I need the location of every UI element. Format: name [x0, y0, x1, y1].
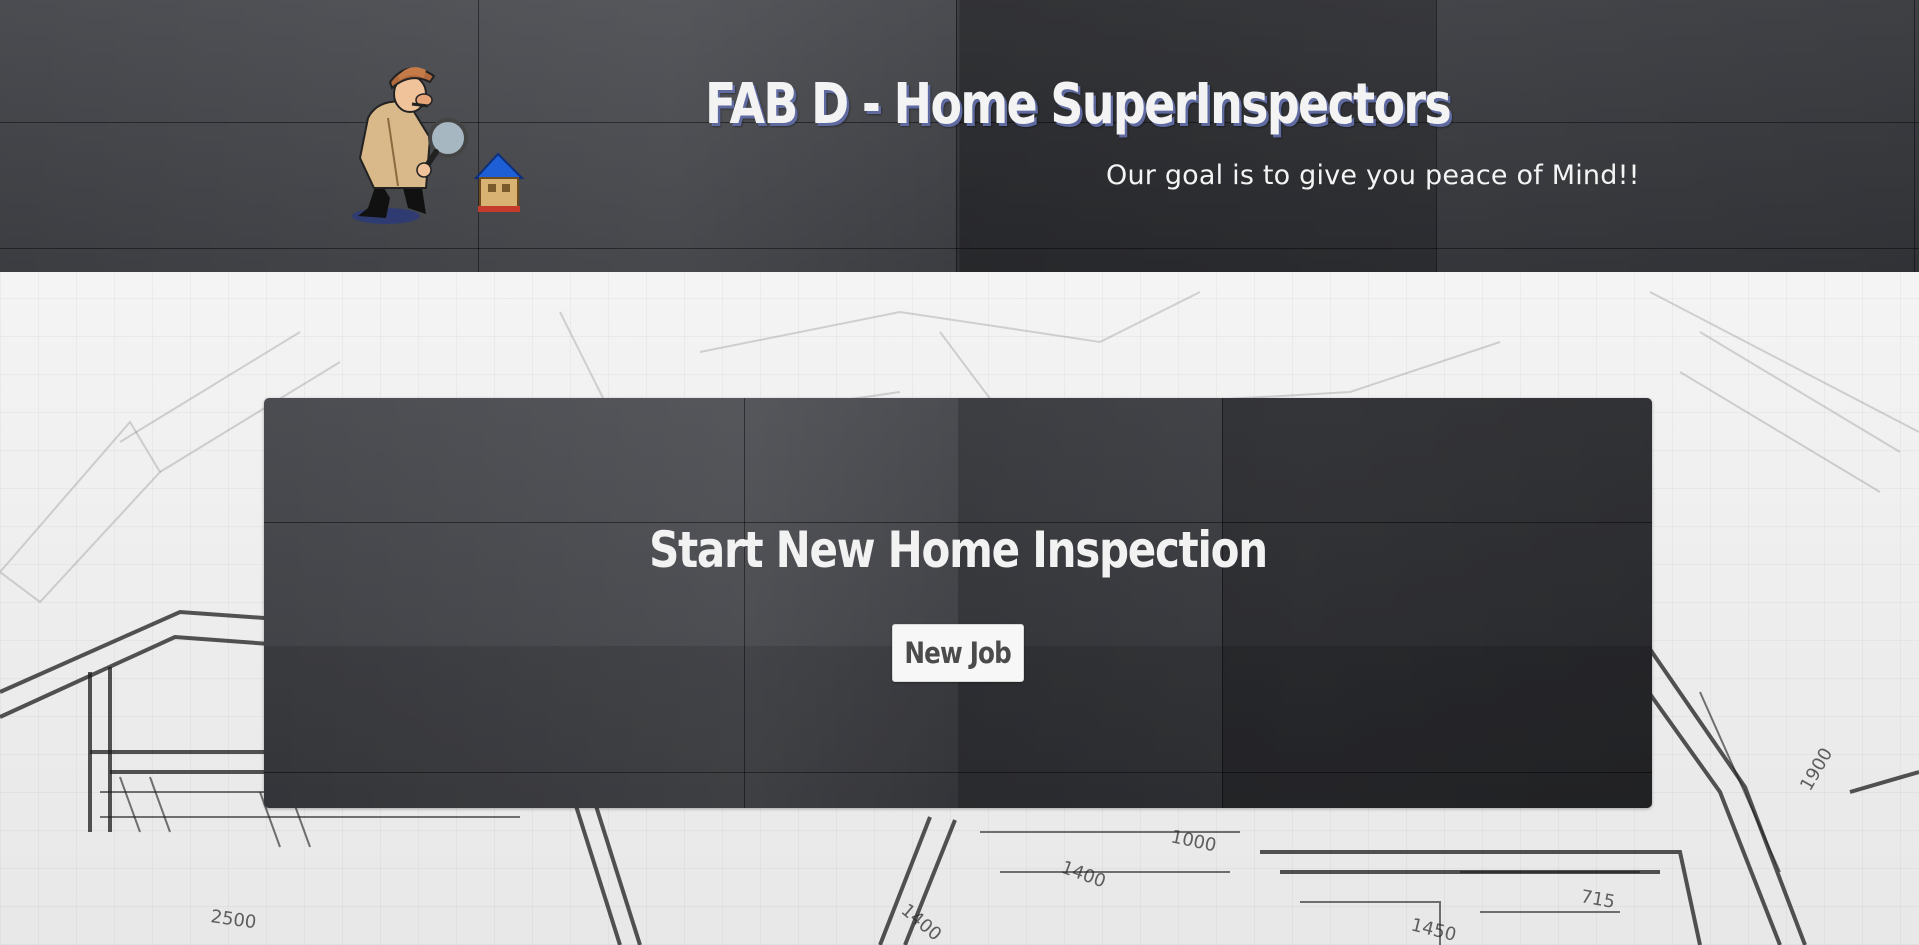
site-header: FAB D - Home SuperInspectors Our goal is…: [0, 0, 1919, 272]
blueprint-dimension-label: 1000: [1169, 826, 1218, 856]
blueprint-dimension-label: 1400: [1058, 857, 1108, 892]
blueprint-dimension-label: 1900: [1796, 744, 1837, 794]
header-tile-divider: [1914, 0, 1915, 272]
new-inspection-card: Start New Home Inspection New Job: [264, 398, 1652, 808]
card-tile-divider: [264, 772, 1652, 773]
blueprint-dimension-label: 1450: [1409, 914, 1459, 945]
site-tagline: Our goal is to give you peace of Mind!!: [1106, 160, 1640, 191]
card-tile-divider: [744, 398, 745, 808]
card-tile-divider: [1222, 398, 1223, 808]
blueprint-dimension-label: 715: [1579, 886, 1616, 913]
header-tile-divider: [0, 248, 1919, 249]
site-title: FAB D - Home SuperInspectors: [705, 72, 1452, 137]
new-job-button[interactable]: New Job: [892, 624, 1024, 682]
card-title: Start New Home Inspection: [649, 521, 1268, 579]
blueprint-dimension-label: 2500: [209, 906, 257, 933]
new-job-button-label: New Job: [904, 636, 1012, 670]
detective-with-magnifier-and-house-icon: [352, 67, 525, 224]
